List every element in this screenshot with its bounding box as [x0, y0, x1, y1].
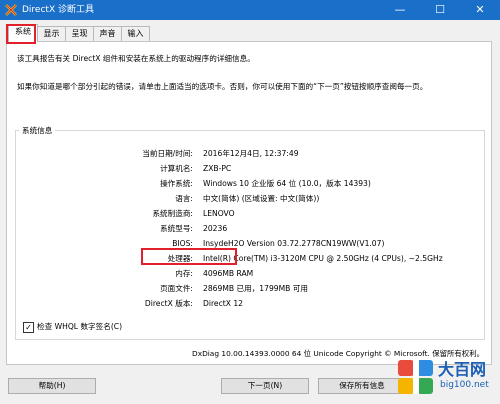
window-title: DirectX 诊断工具 [22, 5, 94, 15]
watermark-logo-icon [398, 358, 433, 394]
system-panel: 该工具报告有关 DirectX 组件和安装在系统上的驱动程序的详细信息。 如果你… [6, 41, 492, 365]
next-page-button[interactable]: 下一页(N) [221, 378, 309, 394]
intro-text: 该工具报告有关 DirectX 组件和安装在系统上的驱动程序的详细信息。 [17, 54, 255, 63]
info-value: ZXB-PC [203, 164, 232, 173]
info-label: 操作系统: [160, 179, 193, 188]
info-row-model: 系统型号: 20236 [15, 222, 485, 236]
watermark: 大百网 big100.net [396, 354, 494, 400]
info-value: 中文(简体) (区域设置: 中文(简体)) [203, 194, 320, 203]
watermark-title: 大百网 [438, 360, 487, 379]
info-row-directx-version: DirectX 版本: DirectX 12 [15, 297, 485, 311]
info-value: 2016年12月4日, 12:37:49 [203, 149, 299, 158]
info-row-language: 语言: 中文(简体) (区域设置: 中文(简体)) [15, 192, 485, 206]
tab-highlight-box [6, 24, 36, 44]
tab-sound[interactable]: 声音 [93, 26, 122, 41]
info-label: DirectX 版本: [144, 299, 193, 308]
title-bar: DirectX 诊断工具 — ☐ ✕ [0, 0, 500, 20]
tab-display[interactable]: 显示 [37, 26, 66, 41]
directx-app-icon [5, 4, 17, 16]
save-all-info-button[interactable]: 保存所有信息 [318, 378, 406, 394]
info-row-processor: 处理器: Intel(R) Core(TM) i3-3120M CPU @ 2.… [15, 252, 485, 266]
tab-input[interactable]: 输入 [121, 26, 150, 41]
info-row-bios: BIOS: InsydeH2O Version 03.72.2778CN19WW… [15, 237, 485, 251]
intro-hint-text: 如果你知道是哪个部分引起的错误，请单击上面适当的选项卡。否则，你可以使用下面的“… [17, 82, 428, 91]
info-value: DirectX 12 [203, 299, 244, 308]
watermark-url: big100.net [440, 380, 489, 390]
info-label: 系统型号: [160, 224, 193, 233]
maximize-button[interactable]: ☐ [420, 0, 460, 20]
info-row-computer-name: 计算机名: ZXB-PC [15, 162, 485, 176]
tab-render[interactable]: 呈现 [65, 26, 94, 41]
info-value: 20236 [203, 224, 228, 233]
info-label: 页面文件: [160, 284, 193, 293]
info-row-memory: 内存: 4096MB RAM [15, 267, 485, 281]
info-value: Windows 10 企业版 64 位 (10.0，版本 14393) [203, 179, 371, 188]
info-row-datetime: 当前日期/时间: 2016年12月4日, 12:37:49 [15, 147, 485, 161]
info-row-pagefile: 页面文件: 2869MB 已用，1799MB 可用 [15, 282, 485, 296]
whql-checkbox-label[interactable]: 检查 WHQL 数字签名(C) [37, 321, 122, 333]
info-value: LENOVO [203, 209, 235, 218]
info-label: 当前日期/时间: [142, 149, 193, 158]
directx-version-highlight-box [141, 248, 237, 265]
minimize-button[interactable]: — [380, 0, 420, 20]
help-button[interactable]: 帮助(H) [8, 378, 96, 394]
info-value: 4096MB RAM [203, 269, 254, 278]
info-value: Intel(R) Core(TM) i3-3120M CPU @ 2.50GHz… [203, 254, 443, 263]
info-row-manufacturer: 系统制造商: LENOVO [15, 207, 485, 221]
info-label: 系统制造商: [152, 209, 193, 218]
whql-checkbox[interactable]: ✓ [23, 322, 34, 333]
info-label: 语言: [175, 194, 193, 203]
info-label: 计算机名: [160, 164, 193, 173]
system-info-title: 系统信息 [19, 125, 56, 136]
info-label: 内存: [175, 269, 193, 278]
info-row-os: 操作系统: Windows 10 企业版 64 位 (10.0，版本 14393… [15, 177, 485, 191]
info-value: 2869MB 已用，1799MB 可用 [203, 284, 308, 293]
close-button[interactable]: ✕ [460, 0, 500, 20]
